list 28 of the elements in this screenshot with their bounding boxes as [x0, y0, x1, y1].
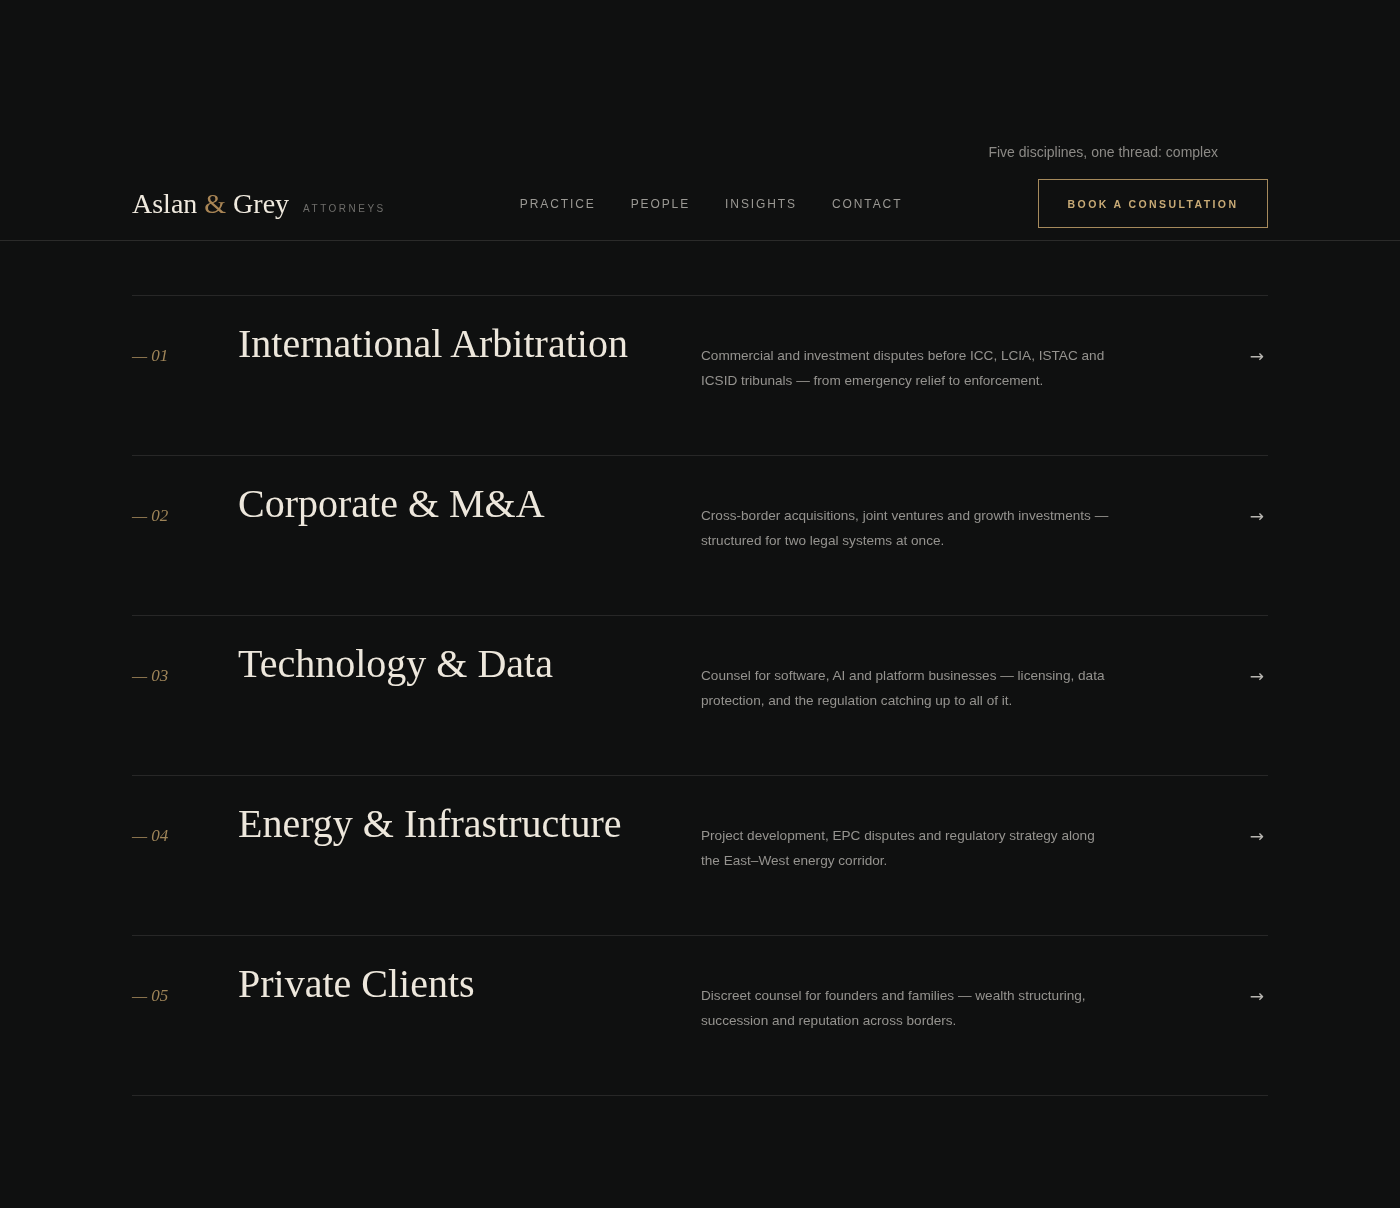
practice-description: Cross-border acquisitions, joint ventures and growth investments — structured for two legal systems at once.	[701, 507, 1110, 550]
arrow-link[interactable]: →	[1249, 984, 1264, 1008]
logo-wordmark[interactable]: Aslan & Grey	[132, 186, 290, 221]
practice-description: Counsel for software, AI and platform businesses — licensing, data protection, and the regulation catching up to all of it.	[701, 667, 1106, 710]
practice-title: Technology & Data	[238, 640, 553, 688]
practice-number: — 05	[132, 985, 169, 1007]
nav-link[interactable]: PRACTICE	[519, 196, 596, 211]
tagline: Five disciplines, one thread: complex	[988, 143, 1218, 161]
practice-number: — 02	[132, 505, 169, 527]
practice-number: — 03	[132, 665, 169, 687]
practice-number: — 04	[132, 825, 169, 847]
arrow-link[interactable]: →	[1249, 664, 1264, 688]
practice-description: Project development, EPC disputes and regulatory strategy along the East–West energy corridor.	[701, 827, 1096, 870]
nav-link[interactable]: PEOPLE	[630, 196, 691, 211]
practice-title: Energy & Infrastructure	[238, 800, 622, 848]
arrow-link[interactable]: →	[1249, 824, 1264, 848]
logo-tagline: ATTORNEYS	[303, 203, 386, 214]
practice-description: Commercial and investment disputes before ICC, LCIA, ISTAC and ICSID tribunals — from emergency relief to enforcement.	[701, 347, 1106, 390]
practice-description: Discreet counsel for founders and families — wealth structuring, succession and reputation across borders.	[701, 987, 1087, 1030]
practice-title: Corporate & M&A	[238, 480, 545, 528]
practice-number: — 01	[132, 345, 169, 367]
practice-title: Private Clients	[238, 960, 475, 1008]
nav-link[interactable]: INSIGHTS	[725, 196, 797, 211]
arrow-link[interactable]: →	[1249, 344, 1264, 368]
book-consultation-button[interactable]: BOOK A CONSULTATION	[1038, 179, 1268, 228]
arrow-link[interactable]: →	[1249, 504, 1264, 528]
nav-link[interactable]: CONTACT	[832, 196, 903, 211]
practice-title: International Arbitration	[238, 320, 628, 368]
